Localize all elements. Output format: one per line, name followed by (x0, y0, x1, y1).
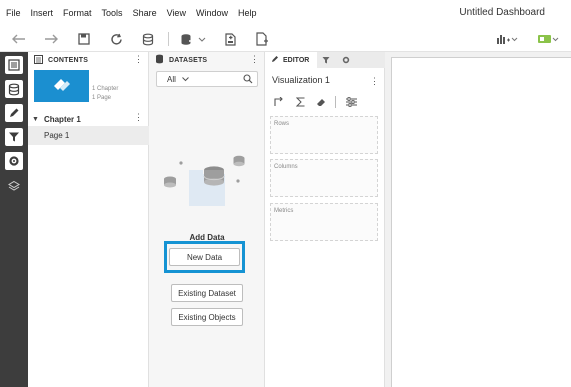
document-title: Untitled Dashboard (459, 7, 545, 18)
menu-help[interactable]: Help (233, 0, 262, 26)
data-source-icon[interactable] (140, 31, 156, 47)
metrics-drop-zone[interactable]: Metrics (270, 203, 378, 241)
columns-label: Columns (274, 164, 298, 170)
add-page-icon[interactable] (253, 31, 269, 47)
menu-insert[interactable]: Insert (26, 0, 59, 26)
redo-icon[interactable] (43, 31, 59, 47)
add-data-illustration-icon (159, 150, 249, 212)
toolbar (0, 26, 571, 52)
filter-tab-icon[interactable] (317, 52, 334, 68)
columns-drop-zone[interactable]: Columns (270, 159, 378, 197)
menu-window[interactable]: Window (191, 0, 233, 26)
editor-panel: EDITOR Visualization 1 ⋮ Rows Columns Me… (265, 52, 385, 387)
menu-format[interactable]: Format (58, 0, 97, 26)
editor-icon[interactable] (5, 104, 23, 122)
menu-file[interactable]: File (0, 0, 26, 26)
existing-objects-button[interactable]: Existing Objects (171, 308, 243, 326)
format-icon[interactable] (5, 152, 23, 170)
visualization-canvas[interactable] (391, 57, 571, 387)
datasets-icon[interactable] (5, 80, 23, 98)
tab-editor[interactable]: EDITOR (265, 52, 317, 68)
editor-tab-icon (271, 55, 279, 65)
toolbar-separator (168, 32, 169, 46)
visualization-title: Visualization 1 (272, 75, 330, 85)
chapter-more-icon[interactable]: ⋮ (134, 113, 143, 122)
add-dataset-icon[interactable] (180, 31, 206, 47)
menu-tools[interactable]: Tools (97, 0, 128, 26)
page-thumbnail[interactable] (34, 70, 89, 102)
existing-dataset-button[interactable]: Existing Dataset (171, 284, 243, 302)
datasets-title: DATASETS (169, 56, 208, 64)
contents-header-icon (34, 54, 43, 66)
page-label: Page 1 (44, 131, 70, 140)
layers-icon[interactable] (5, 177, 23, 195)
chevron-down-icon[interactable] (182, 75, 189, 84)
chapter-label: Chapter 1 (43, 114, 81, 124)
visualization-tools (272, 95, 365, 109)
canvas-area (385, 52, 571, 387)
add-chapter-icon[interactable] (222, 31, 238, 47)
editor-tabs: EDITOR (265, 52, 385, 68)
datasets-more-icon[interactable]: ⋮ (250, 55, 259, 64)
save-icon[interactable] (76, 31, 92, 47)
sum-icon[interactable] (293, 95, 307, 109)
chapter-item[interactable]: ▼ Chapter 1 (28, 112, 149, 126)
visualization-more-icon[interactable]: ⋮ (370, 77, 379, 86)
page-count: 1 Page (92, 95, 112, 101)
thumbnail-logo-icon (54, 79, 70, 91)
rows-drop-zone[interactable]: Rows (270, 116, 378, 154)
visualization-picker-icon[interactable] (496, 31, 518, 47)
contents-more-icon[interactable]: ⋮ (134, 55, 143, 64)
datasets-header-icon (155, 54, 164, 66)
editor-tab-label: EDITOR (283, 56, 310, 64)
refresh-icon[interactable] (108, 31, 124, 47)
contents-panel: CONTENTS ⋮ 1 Chapter 1 Page ▼ Chapter 1 … (28, 52, 149, 387)
filter-icon[interactable] (5, 128, 23, 146)
dataset-filter-value: All (167, 74, 176, 84)
menu-bar: File Insert Format Tools Share View Wind… (0, 0, 571, 26)
menu-share[interactable]: Share (128, 0, 162, 26)
left-rail (0, 52, 28, 387)
settings-sliders-icon[interactable] (344, 95, 358, 109)
search-icon[interactable] (243, 74, 253, 86)
contents-title: CONTENTS (48, 56, 89, 64)
page-item[interactable]: Page 1 (28, 126, 149, 145)
contents-header: CONTENTS (28, 52, 148, 68)
chapter-count: 1 Chapter (92, 86, 119, 92)
format-tab-icon[interactable] (337, 52, 354, 68)
contents-icon[interactable] (5, 56, 23, 74)
dataset-filter-search[interactable]: All (156, 71, 258, 87)
menu-view[interactable]: View (162, 0, 191, 26)
rows-label: Rows (274, 121, 290, 127)
tools-separator (335, 96, 336, 108)
undo-icon[interactable] (11, 31, 27, 47)
metrics-label: Metrics (274, 208, 294, 214)
datasets-panel: DATASETS ⋮ All Add Data New Data Existin… (149, 52, 265, 387)
collapse-caret-icon[interactable]: ▼ (32, 116, 39, 123)
filter-toggle-icon[interactable] (537, 31, 559, 47)
thumbnail-meta: 1 Chapter 1 Page (92, 85, 118, 103)
datasets-header: DATASETS (149, 52, 264, 68)
swap-axes-icon[interactable] (272, 95, 286, 109)
new-data-button[interactable]: New Data (169, 248, 240, 266)
eraser-icon[interactable] (314, 95, 328, 109)
